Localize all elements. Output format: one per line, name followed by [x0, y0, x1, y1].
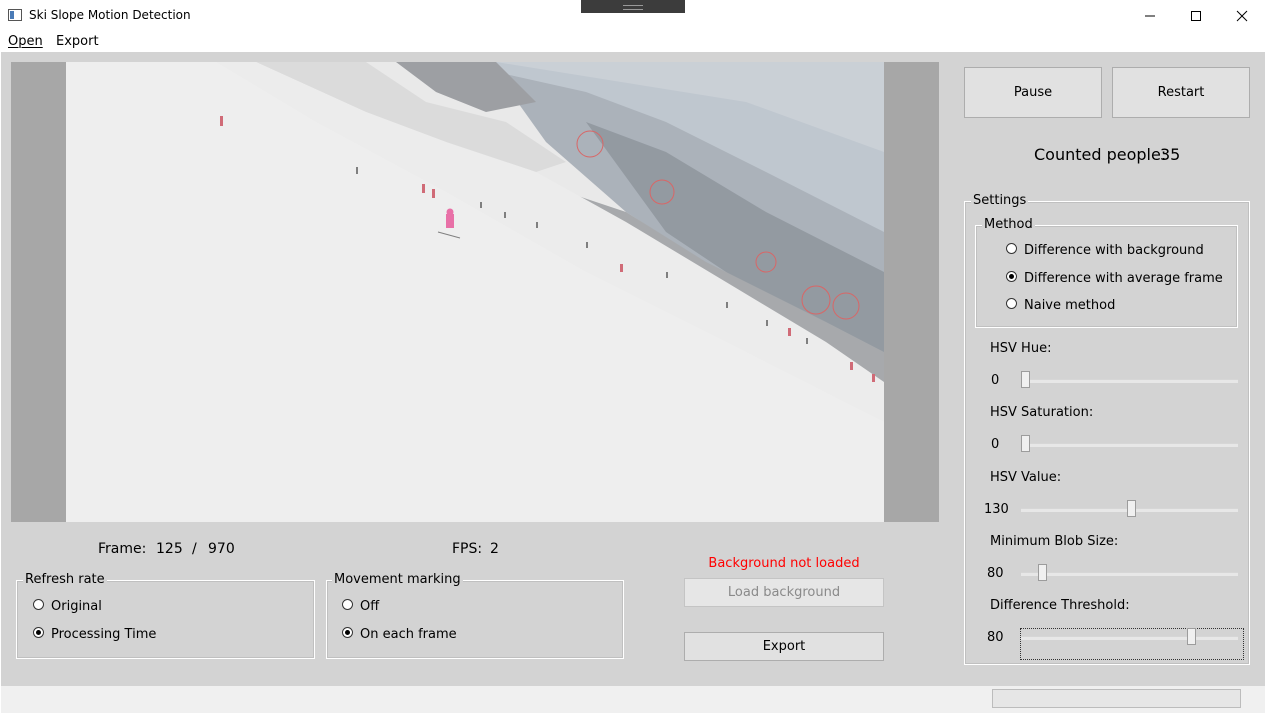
settings-title: Settings	[971, 193, 1029, 208]
saturation-value: 0	[991, 437, 1000, 452]
movement-each-frame-label[interactable]: On each frame	[360, 627, 457, 642]
frame-total: 970	[208, 541, 235, 557]
app-icon	[8, 9, 22, 21]
title-bar: Ski Slope Motion Detection	[0, 0, 1266, 31]
blob-size-label: Minimum Blob Size:	[990, 534, 1119, 549]
refresh-processing-label[interactable]: Processing Time	[51, 627, 156, 642]
hue-slider-thumb[interactable]	[1021, 371, 1030, 388]
movement-off-label[interactable]: Off	[360, 599, 379, 614]
threshold-value: 80	[987, 630, 1004, 645]
close-icon	[1236, 10, 1248, 21]
menu-open[interactable]: Open	[8, 34, 43, 49]
method-background-radio[interactable]	[1006, 243, 1017, 254]
threshold-focus-rect	[1020, 628, 1244, 660]
saturation-label: HSV Saturation:	[990, 405, 1094, 420]
maximize-button[interactable]	[1173, 0, 1219, 31]
hue-label: HSV Hue:	[990, 341, 1052, 356]
progress-bar	[992, 689, 1241, 708]
method-naive-label[interactable]: Naive method	[1024, 298, 1115, 313]
frame-label: Frame:	[98, 541, 147, 557]
minimize-button[interactable]	[1127, 0, 1173, 31]
hue-value: 0	[991, 373, 1000, 388]
value-label: HSV Value:	[990, 470, 1062, 485]
refresh-processing-radio[interactable]	[33, 627, 44, 638]
method-average-radio[interactable]	[1006, 271, 1017, 282]
window-title: Ski Slope Motion Detection	[29, 8, 191, 22]
refresh-original-radio[interactable]	[33, 599, 44, 610]
refresh-original-label[interactable]: Original	[51, 599, 102, 614]
movement-each-frame-radio[interactable]	[342, 627, 353, 638]
load-background-button[interactable]: Load background	[684, 578, 884, 607]
menu-bar: Open Export	[0, 31, 1266, 52]
pause-button[interactable]: Pause	[964, 67, 1102, 118]
counted-people-label: Counted people:	[1034, 145, 1167, 164]
hue-slider-track[interactable]	[1021, 379, 1238, 383]
value-value: 130	[984, 502, 1009, 517]
counted-people-value: 35	[1160, 145, 1181, 164]
saturation-slider-thumb[interactable]	[1021, 435, 1030, 452]
fps-value: 2	[490, 541, 499, 557]
method-naive-radio[interactable]	[1006, 298, 1017, 309]
threshold-slider-thumb[interactable]	[1187, 628, 1197, 645]
menu-export[interactable]: Export	[56, 34, 99, 49]
movement-off-radio[interactable]	[342, 599, 353, 610]
method-average-label[interactable]: Difference with average frame	[1024, 271, 1223, 286]
threshold-label: Difference Threshold:	[990, 598, 1130, 613]
frame-current: 125	[156, 541, 183, 557]
video-frame-image	[66, 62, 884, 522]
saturation-slider-track[interactable]	[1021, 443, 1238, 447]
refresh-rate-group	[16, 580, 315, 659]
background-status: Background not loaded	[708, 556, 860, 571]
snap-grip[interactable]	[581, 0, 685, 13]
blob-size-slider-track[interactable]	[1021, 572, 1238, 576]
export-button[interactable]: Export	[684, 632, 884, 661]
minimize-icon	[1145, 15, 1155, 16]
movement-marking-title: Movement marking	[332, 572, 463, 587]
maximize-icon	[1191, 10, 1201, 21]
threshold-slider-track[interactable]	[1021, 636, 1238, 640]
method-background-label[interactable]: Difference with background	[1024, 243, 1204, 258]
blob-size-value: 80	[987, 566, 1004, 581]
refresh-rate-title: Refresh rate	[23, 572, 107, 587]
fps-label: FPS:	[452, 541, 483, 557]
frame-separator: /	[192, 541, 197, 557]
method-title: Method	[982, 217, 1035, 232]
movement-marking-group	[326, 580, 624, 659]
blob-size-slider-thumb[interactable]	[1037, 564, 1047, 581]
close-button[interactable]	[1219, 0, 1265, 31]
ski-slope-scene	[66, 62, 884, 522]
value-slider-thumb[interactable]	[1127, 500, 1137, 517]
restart-button[interactable]: Restart	[1112, 67, 1250, 118]
